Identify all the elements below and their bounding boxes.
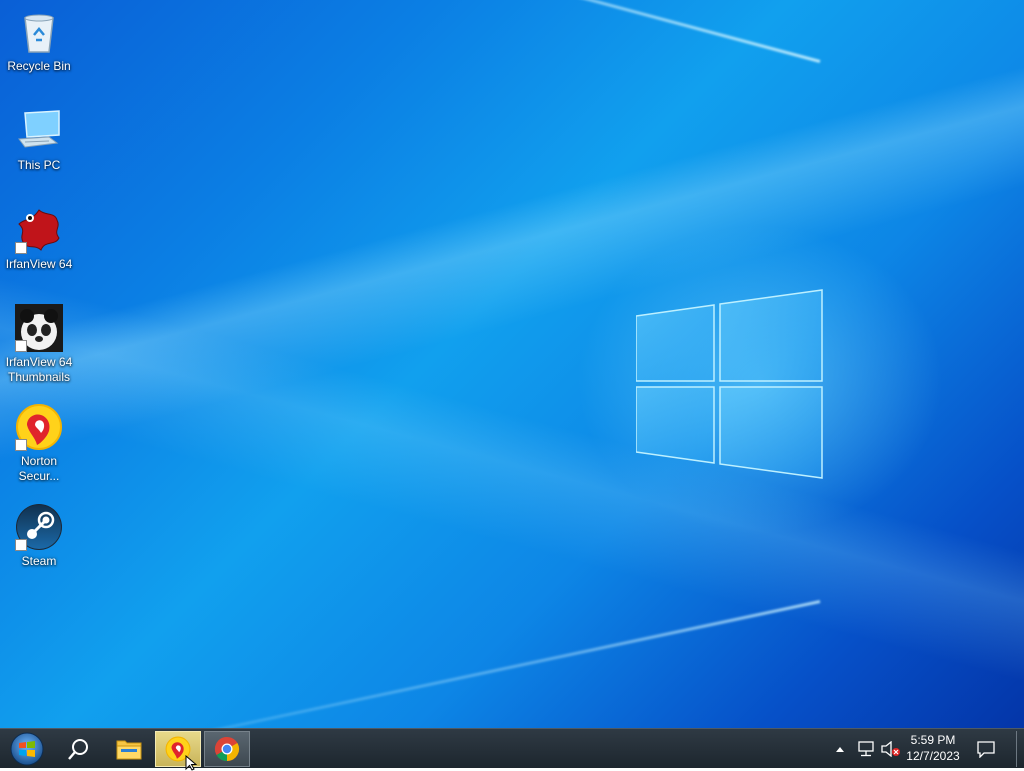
action-center-icon: [977, 741, 995, 758]
desktop[interactable]: Recycle Bin This PC IrfanView 64 IrfanVi…: [0, 0, 1024, 728]
desktop-icon-irfanview-thumbnails[interactable]: IrfanView 64 Thumbnails: [2, 304, 76, 385]
recycle-bin-icon: [15, 8, 63, 56]
desktop-icon-label: Norton Secur...: [18, 454, 60, 483]
windows-start-icon: [10, 732, 44, 766]
search-button[interactable]: [56, 731, 102, 767]
irfanview-icon: [15, 206, 63, 254]
desktop-icon-label: IrfanView 64: [5, 257, 73, 271]
shortcut-arrow-icon: [15, 340, 27, 352]
shortcut-arrow-icon: [15, 439, 27, 451]
clock-date: 12/7/2023: [906, 749, 960, 763]
taskbar-file-explorer[interactable]: [106, 731, 152, 767]
this-pc-icon: [15, 107, 63, 155]
shortcut-arrow-icon: [15, 539, 27, 551]
taskbar-google-chrome[interactable]: [204, 731, 250, 767]
action-center-button[interactable]: [972, 735, 1000, 763]
file-explorer-icon: [116, 740, 142, 760]
norton-security-icon: [15, 403, 63, 451]
chrome-icon: [214, 737, 240, 761]
network-button[interactable]: [856, 729, 878, 769]
light-beam-lower: [0, 600, 821, 728]
mouse-cursor-icon: [185, 755, 197, 771]
desktop-icon-label: This PC: [17, 158, 61, 172]
desktop-icon-label: IrfanView 64 Thumbnails: [5, 355, 73, 384]
light-beam-upper: [0, 0, 821, 63]
desktop-icon-steam[interactable]: Steam: [2, 503, 76, 569]
network-icon: [858, 741, 874, 757]
search-icon: [68, 739, 88, 760]
show-desktop-button[interactable]: [1016, 731, 1021, 767]
windows-logo-wallpaper: [636, 289, 823, 479]
start-button[interactable]: [4, 730, 50, 768]
shortcut-arrow-icon: [15, 242, 27, 254]
volume-button[interactable]: [880, 729, 902, 769]
desktop-icon-norton-security[interactable]: Norton Secur...: [2, 403, 76, 484]
show-hidden-icons-icon: [836, 747, 844, 752]
system-tray: [832, 729, 902, 769]
clock[interactable]: 5:59 PM 12/7/2023: [900, 732, 966, 764]
show-hidden-icons-button[interactable]: [832, 729, 848, 769]
desktop-icon-label: Steam: [21, 554, 57, 568]
desktop-icon-recycle-bin[interactable]: Recycle Bin: [2, 8, 76, 74]
clock-time: 5:59 PM: [910, 733, 956, 747]
desktop-icon-this-pc[interactable]: This PC: [2, 107, 76, 173]
desktop-icon-irfanview-64[interactable]: IrfanView 64: [2, 206, 76, 272]
steam-icon: [15, 503, 63, 551]
desktop-icon-label: Recycle Bin: [7, 59, 71, 73]
volume-muted-icon: [881, 741, 900, 757]
taskbar: 5:59 PM 12/7/2023: [0, 728, 1024, 771]
irfanview-thumbnails-icon: [15, 304, 63, 352]
